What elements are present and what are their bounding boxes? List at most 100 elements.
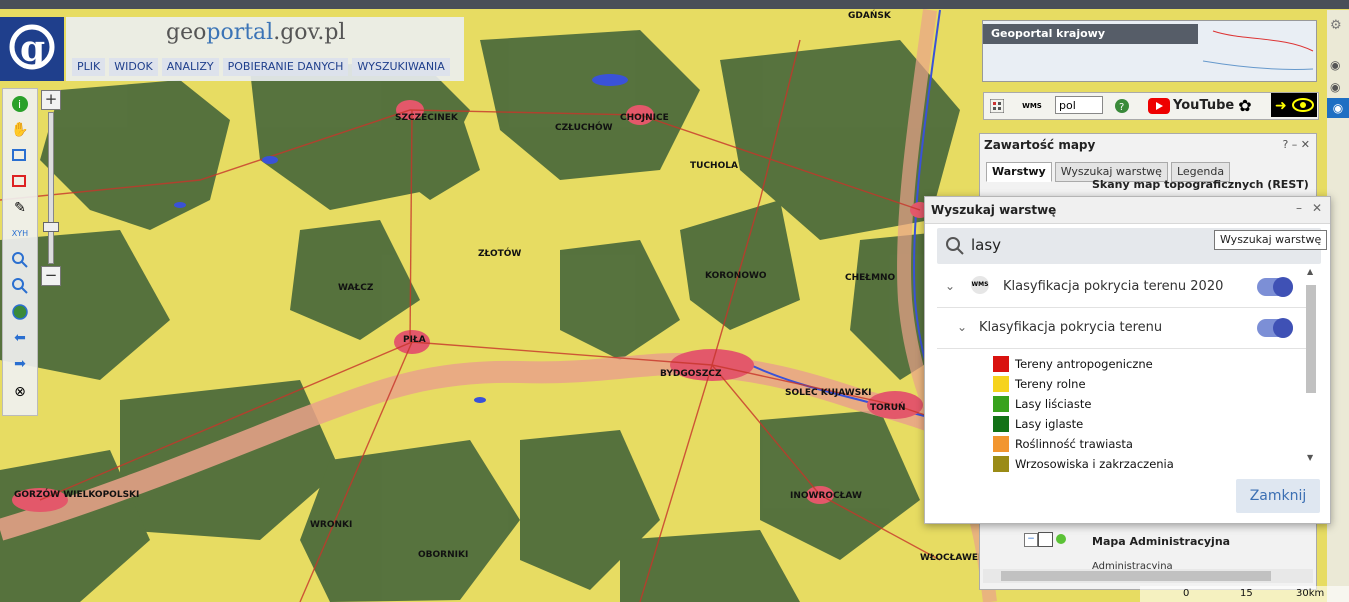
city-label: BYDGOSZCZ <box>660 369 722 379</box>
compass-icon[interactable]: ⊗ <box>11 383 29 401</box>
chevron-down-icon[interactable]: ⌄ <box>957 320 967 334</box>
city-label: CHEŁMNO <box>845 273 896 283</box>
close-icon[interactable]: ✕ <box>1312 201 1322 215</box>
city-label: INOWROCŁAW <box>790 491 862 501</box>
xyh-icon[interactable]: XYH <box>11 225 29 243</box>
eye-active-icon[interactable]: ◉ <box>1327 98 1349 118</box>
scroll-up-icon[interactable]: ▲ <box>1307 267 1313 276</box>
menu-analizy[interactable]: ANALIZY <box>161 58 219 76</box>
chevron-down-icon[interactable]: ⌄ <box>945 279 955 293</box>
panel-controls[interactable]: ? – ✕ <box>1282 138 1310 151</box>
geoportal-logo[interactable]: g <box>0 17 64 81</box>
city-label: WAŁCZ <box>338 283 374 293</box>
city-label: SOLEC KUJAWSKI <box>785 388 872 398</box>
view-icon[interactable]: ◉ <box>1330 58 1340 72</box>
top-icon-bar: WMS pol ? YouTube ✿ ➜ <box>983 92 1319 120</box>
city-label: PIŁA <box>403 335 426 345</box>
svg-text:g: g <box>20 28 45 70</box>
svg-text:➜: ➜ <box>1275 98 1287 114</box>
city-label: KORONOWO <box>705 271 767 281</box>
back-arrow-icon[interactable]: ⬅ <box>11 329 29 347</box>
youtube-link[interactable]: YouTube <box>1148 96 1234 116</box>
search-layer-dialog: Wyszukaj warstwę – ✕ lasy Wyszukaj warst… <box>924 196 1331 524</box>
forward-arrow-icon[interactable]: ➡ <box>11 355 29 373</box>
globe-icon[interactable] <box>11 303 29 321</box>
result-toggle[interactable] <box>1257 318 1293 338</box>
scale-tick: 30km <box>1296 588 1325 599</box>
scroll-down-icon[interactable]: ▼ <box>1307 453 1313 462</box>
legend-swatch <box>993 416 1009 432</box>
city-label: TORUŃ <box>870 401 906 413</box>
legend-swatch <box>993 356 1009 372</box>
city-label: CHOJNICE <box>620 113 669 123</box>
pencil-icon[interactable]: ✎ <box>11 199 29 217</box>
settings-icon[interactable]: ⚙ <box>1330 18 1342 33</box>
status-dot-icon <box>1056 534 1066 544</box>
search-tooltip: Wyszukaj warstwę <box>1214 230 1328 250</box>
minimize-icon[interactable]: – <box>1296 201 1302 215</box>
accessibility-icon[interactable]: ✿ <box>1236 96 1254 116</box>
result-row[interactable]: ⌄ WMS Klasyfikacja pokrycia terenu 2020 <box>937 267 1307 308</box>
menu-wyszukiwania[interactable]: WYSZUKIWANIA <box>352 58 450 76</box>
zoom-slider[interactable]: + − <box>41 90 61 286</box>
menu-widok[interactable]: WIDOK <box>109 58 158 76</box>
info-icon[interactable]: i <box>11 95 29 113</box>
city-label: TUCHOLA <box>690 161 738 171</box>
zoom-in-tool-icon[interactable] <box>11 251 29 269</box>
pan-hand-icon[interactable]: ✋ <box>11 121 29 139</box>
eye-icon: ➜ <box>1275 98 1314 114</box>
search-icon <box>946 237 964 255</box>
city-label: WŁOCŁAWEK <box>920 553 986 563</box>
svg-text:i: i <box>18 98 21 111</box>
wms-icon[interactable]: WMS <box>1022 96 1042 116</box>
city-label: GORZÓW WIELKOPOLSKI <box>14 488 139 500</box>
view-icon-2[interactable]: ◉ <box>1330 80 1340 94</box>
svg-text:?: ? <box>1119 102 1124 113</box>
panel-horizontal-scrollbar[interactable] <box>983 569 1313 583</box>
city-label: SZCZECINEK <box>395 113 459 123</box>
layer-topo-scans[interactable]: Skany map topograficznych (REST) <box>1092 178 1309 191</box>
result-toggle[interactable] <box>1257 277 1293 297</box>
zoom-thumb[interactable] <box>43 222 59 232</box>
zoom-track[interactable] <box>48 112 54 264</box>
dialog-titlebar[interactable]: Wyszukaj warstwę – ✕ <box>925 197 1330 224</box>
menu-pobieranie-danych[interactable]: POBIERANIE DANYCH <box>222 58 349 76</box>
close-button[interactable]: Zamknij <box>1236 479 1320 513</box>
search-query: lasy <box>971 236 1002 254</box>
scale-tick: 0 <box>1183 588 1190 599</box>
legend-swatch <box>993 436 1009 452</box>
dialog-scrollbar[interactable]: ▲ ▼ <box>1305 267 1319 467</box>
scale-tick: 15 <box>1240 588 1253 599</box>
menu-plik[interactable]: PLIK <box>72 58 106 76</box>
panel-title: Zawartość mapy <box>984 138 1096 152</box>
result-label: Klasyfikacja pokrycia terenu <box>979 320 1163 335</box>
legend-swatch <box>993 456 1009 472</box>
select-rectangle-icon[interactable] <box>11 147 29 165</box>
zoom-in-button[interactable]: + <box>41 90 61 110</box>
zoom-out-tool-icon[interactable] <box>11 277 29 295</box>
layer-checkbox[interactable] <box>1038 532 1053 547</box>
city-label: WRONKI <box>310 520 352 530</box>
select-red-icon[interactable] <box>11 173 29 191</box>
city-label: CZŁUCHÓW <box>555 121 613 133</box>
help-icon[interactable]: ? <box>1114 96 1130 116</box>
wms-icon: WMS <box>971 276 989 294</box>
youtube-icon <box>1148 98 1170 114</box>
grid-icon[interactable] <box>989 96 1005 116</box>
overview-map[interactable]: Geoportal krajowy <box>982 20 1317 82</box>
scroll-thumb[interactable] <box>1001 571 1271 581</box>
language-select[interactable]: pol <box>1055 96 1103 114</box>
scale-bar: 0 15 30km <box>1140 586 1349 602</box>
layer-admin-map[interactable]: Mapa Administracyjna <box>1092 535 1230 548</box>
result-label: Klasyfikacja pokrycia terenu 2020 <box>1003 279 1224 294</box>
zoom-out-button[interactable]: − <box>41 266 61 286</box>
dialog-scroll-thumb[interactable] <box>1306 285 1316 393</box>
city-label: GDAŃSK <box>848 9 892 21</box>
contrast-toggle[interactable]: ➜ <box>1271 93 1317 117</box>
dialog-title: Wyszukaj warstwę <box>931 203 1057 217</box>
brand-title: geoportal.gov.pl <box>166 20 346 45</box>
result-row[interactable]: ⌄ Klasyfikacja pokrycia terenu <box>937 308 1307 349</box>
tab-warstwy[interactable]: Warstwy <box>986 162 1052 182</box>
collapse-icon[interactable]: − <box>1024 533 1038 547</box>
top-strip <box>0 0 1349 9</box>
